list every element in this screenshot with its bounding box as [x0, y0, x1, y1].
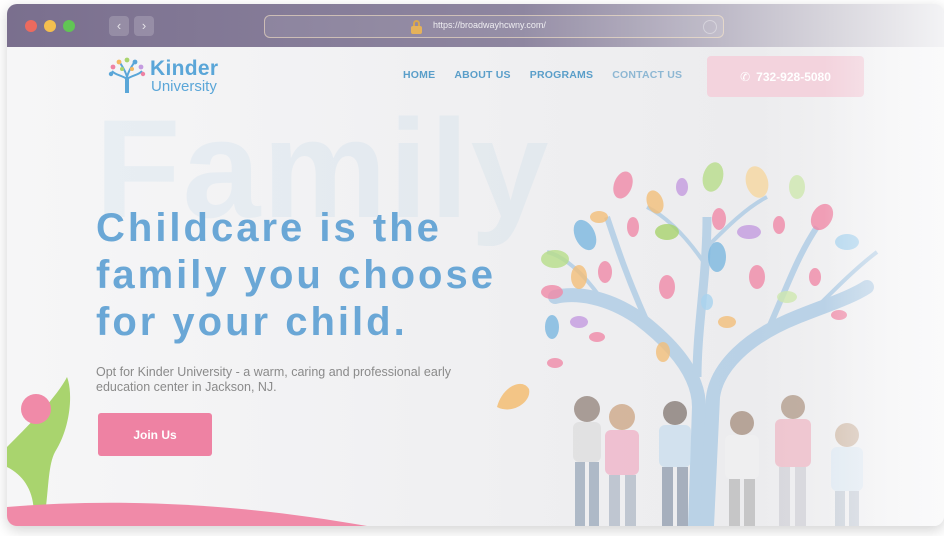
falling-leaf	[497, 383, 530, 410]
browser-titlebar: ‹ › https://broadwayhcwny.com/	[7, 4, 944, 47]
hero-illustration	[7, 162, 879, 526]
address-bar[interactable]: https://broadwayhcwny.com/	[264, 15, 724, 38]
chevron-left-icon[interactable]: ‹	[109, 16, 129, 36]
webpage: Family Kinder University HOME ABOUT US P	[7, 47, 944, 526]
maximize-window-button[interactable]	[63, 20, 75, 32]
right-edge-fade	[824, 47, 944, 526]
url-text: https://broadwayhcwny.com/	[433, 20, 546, 30]
pink-wave-decoration	[7, 502, 367, 526]
lock-icon	[411, 20, 422, 34]
minimize-window-button[interactable]	[44, 20, 56, 32]
reload-icon[interactable]	[703, 20, 717, 34]
chevron-right-icon[interactable]: ›	[134, 16, 154, 36]
mascot-figure-icon	[7, 377, 71, 526]
browser-window: ‹ › https://broadwayhcwny.com/ Family Ki…	[7, 4, 944, 526]
close-window-button[interactable]	[25, 20, 37, 32]
